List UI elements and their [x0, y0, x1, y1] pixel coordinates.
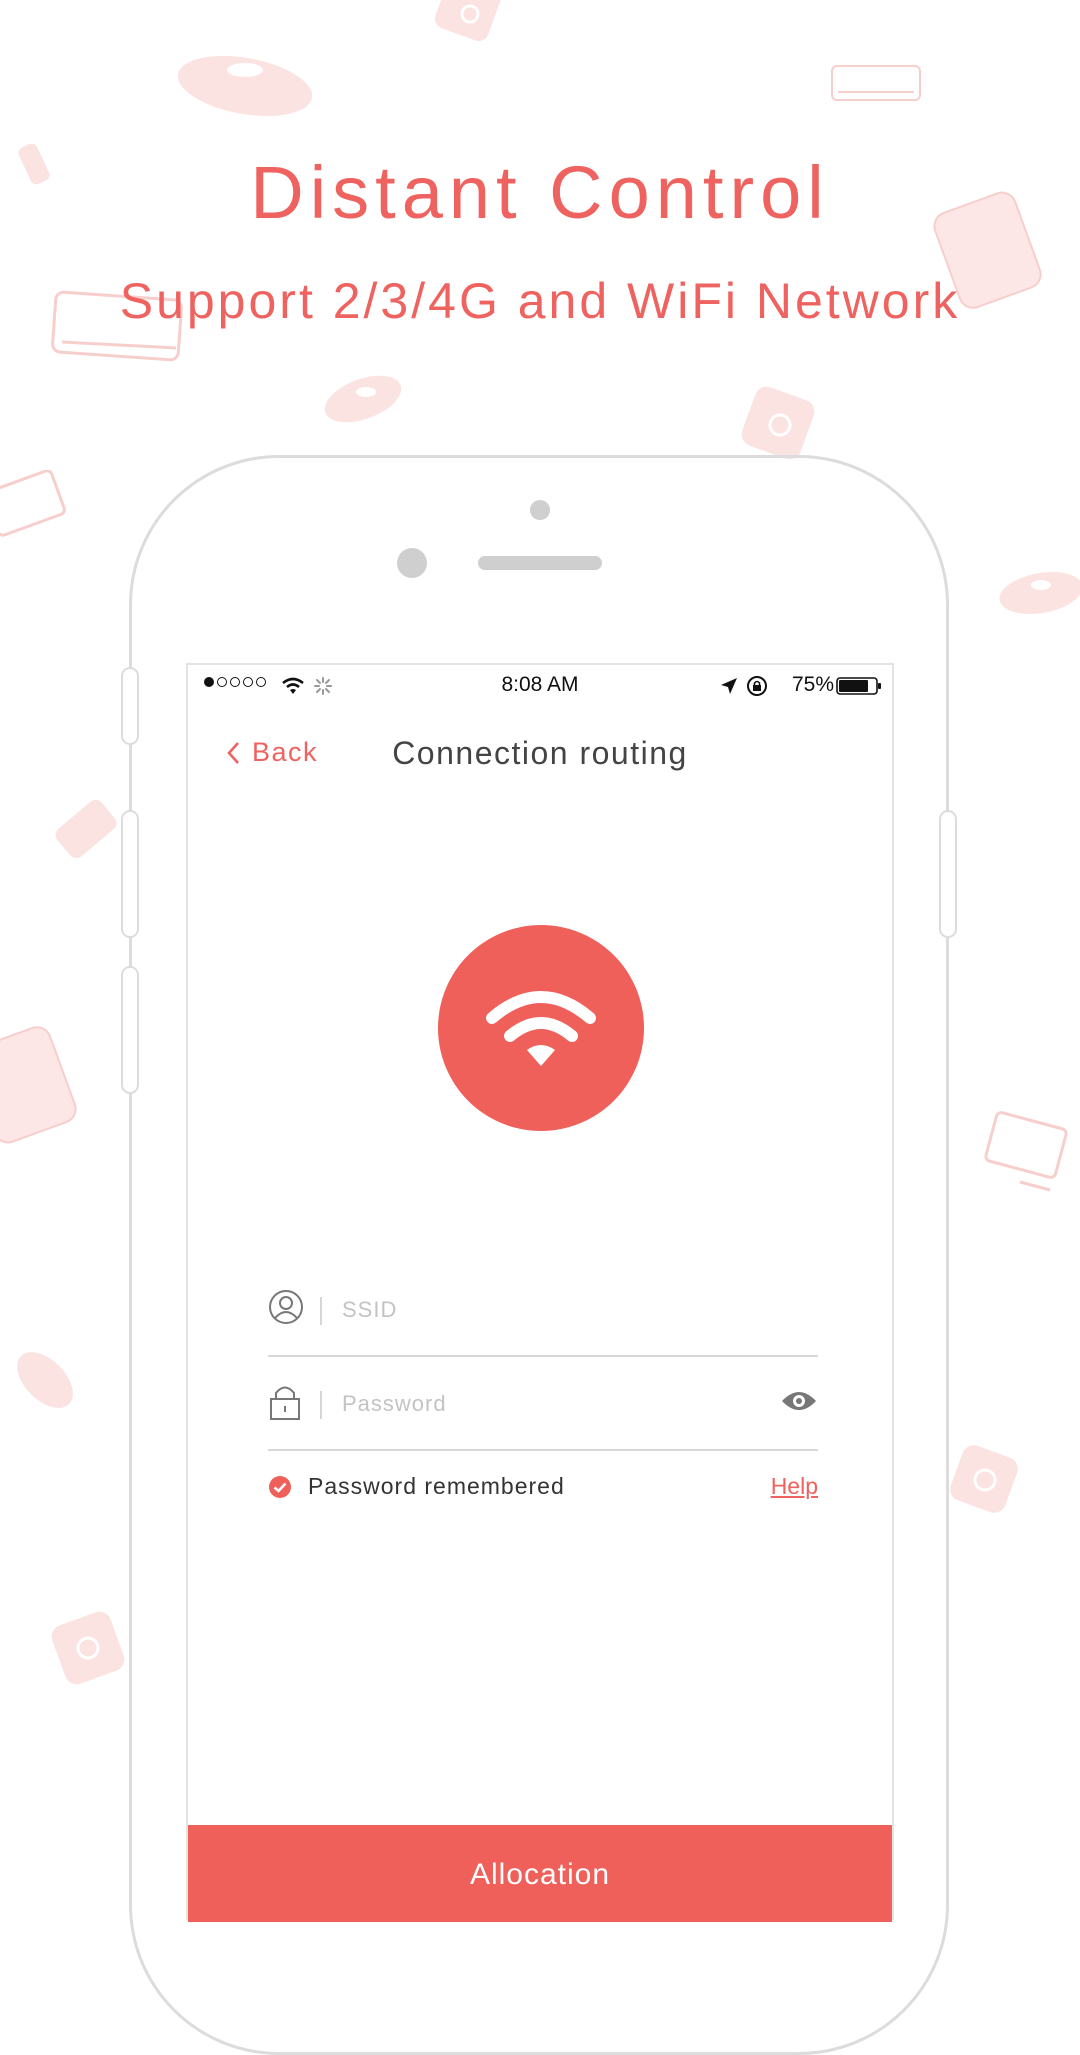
check-circle-icon: [269, 1475, 291, 1498]
battery-icon: [836, 677, 881, 695]
navigation-bar: Back Connection routing: [188, 715, 892, 795]
rotation-lock-icon: [747, 676, 767, 696]
user-icon: [269, 1290, 303, 1324]
proximity-sensor-icon: [530, 500, 550, 520]
promo-headline: Distant Control: [250, 151, 830, 234]
battery-percent: 75%: [791, 673, 834, 696]
status-bar: 8:08 AM 75%: [188, 665, 892, 707]
lock-icon: [270, 1386, 300, 1420]
robot-vacuum-icon-4: [17, 1352, 73, 1408]
help-link[interactable]: Help: [771, 1473, 818, 1500]
smart-socket-icon: [434, 0, 502, 42]
power-button: [939, 810, 957, 938]
monitor-icon: [0, 470, 66, 537]
eye-icon[interactable]: [780, 1389, 818, 1413]
robot-vacuum-icon-2: [324, 375, 402, 423]
field-separator: [320, 1297, 322, 1325]
wifi-icon-large: [486, 991, 596, 1066]
promo-subline: Support 2/3/4G and WiFi Network: [119, 273, 961, 329]
ssid-input[interactable]: [340, 1287, 744, 1333]
remember-label: Password remembered: [308, 1473, 565, 1499]
status-time: 8:08 AM: [501, 673, 579, 696]
front-camera-icon: [397, 548, 427, 578]
password-input[interactable]: [340, 1381, 744, 1427]
volume-down-button: [121, 966, 139, 1094]
smart-socket-icon-3: [950, 1445, 1018, 1513]
password-field: [268, 1359, 818, 1451]
page-title: Connection routing: [392, 735, 688, 771]
mute-switch: [121, 667, 139, 745]
monitor-icon-2: [984, 1111, 1068, 1192]
remember-password-checkbox[interactable]: Password remembered: [268, 1473, 565, 1500]
app-screen: 8:08 AM 75% Back Connection routing SSID…: [186, 663, 894, 1922]
robot-vacuum-icon: [177, 56, 313, 116]
ssid-field: [268, 1265, 818, 1357]
air-conditioner-icon: [831, 65, 921, 101]
wall-socket-icon-2: [0, 1026, 77, 1144]
smart-socket-icon-4: [51, 1611, 125, 1685]
light-bulb-icon-2: [55, 799, 117, 859]
location-arrow-icon: [721, 678, 737, 694]
allocation-button[interactable]: Allocation: [188, 1825, 892, 1922]
wifi-badge: [438, 925, 644, 1131]
robot-vacuum-icon-3: [999, 571, 1080, 615]
field-separator: [320, 1391, 322, 1419]
volume-up-button: [121, 810, 139, 938]
earpiece-speaker: [478, 556, 602, 570]
